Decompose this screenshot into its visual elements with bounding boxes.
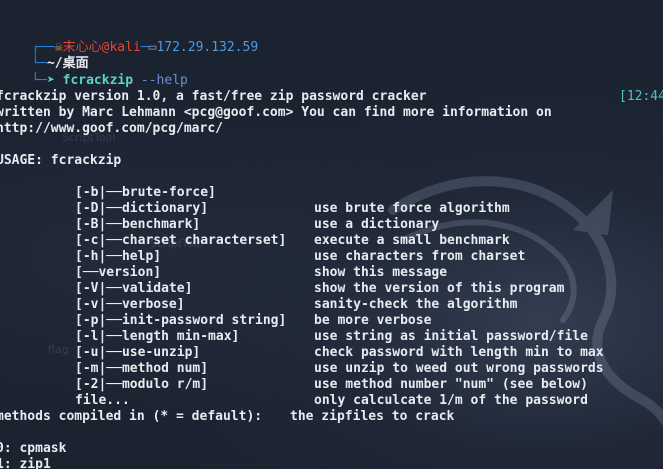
terminal-window[interactable]: ScriptTool ScriptTool flag ┌──☠末心心@kali─…: [0, 0, 663, 469]
usage-header: USAGE: fcrackzip: [0, 153, 122, 168]
option-row: [-p|──init-password string] use string a…: [0, 297, 663, 344]
intro-line: http://www.goof.com/pcg/marc/: [0, 121, 223, 136]
methods-header: methods compiled in (* = default):: [0, 409, 263, 424]
files-argument: file...: [75, 393, 130, 408]
files-row: file... the zipfiles to crack: [0, 377, 663, 424]
prompt-time: [12:44: [619, 89, 663, 104]
option-row: [──version] show the version of this pro…: [0, 249, 663, 296]
option-row: [-b|──brute-force] use brute force algor…: [0, 169, 663, 216]
command-line[interactable]: └─➤ fcrackzip --help [12:44: [0, 57, 663, 104]
option-row: [-u|──use-unzip] use unzip to weed out w…: [0, 329, 663, 376]
intro-line: written by Marc Lehmann <pcg@goof.com> Y…: [0, 105, 552, 120]
option-row: [-v|──verbose] be more verbose: [0, 281, 663, 328]
intro-line: fcrackzip version 1.0, a fast/free zip p…: [0, 89, 427, 104]
prompt-frame: └─: [31, 73, 47, 88]
option-row: [-c|──charset characterset] use characte…: [0, 217, 663, 264]
cursor-arrow-icon: ➤: [46, 73, 55, 88]
prompt-path-line: └─~/桌面: [0, 40, 88, 71]
command-name: fcrackzip: [62, 73, 134, 88]
command-argument: --help: [140, 73, 188, 88]
prompt-separator: ─: [140, 40, 149, 55]
option-row: [-B|──benchmark] execute a small benchma…: [0, 201, 663, 248]
option-row: [-h|──help] show this message: [0, 233, 663, 280]
prompt-host: @kali: [101, 40, 141, 55]
option-row: [-l|──length min-max] check password wit…: [0, 313, 663, 360]
option-description: only calculcate 1/m of the password: [314, 393, 588, 408]
method-item: 0: cpmask: [0, 441, 67, 456]
option-row: [-V|──validate] sanity-check the algorit…: [0, 265, 663, 312]
method-item: 1: zip1: [0, 457, 51, 469]
files-description: the zipfiles to crack: [290, 409, 455, 424]
prompt-ip: 172.29.132.59: [156, 40, 259, 55]
option-row: [-2|──modulo r/m] only calculcate 1/m of…: [0, 361, 663, 408]
prompt-header-line: ┌──☠末心心@kali─▭172.29.132.59: [0, 24, 258, 55]
option-row: [-D|──dictionary] use a dictionary: [0, 185, 663, 232]
option-row: [-m|──method num] use method number "num…: [0, 345, 663, 392]
